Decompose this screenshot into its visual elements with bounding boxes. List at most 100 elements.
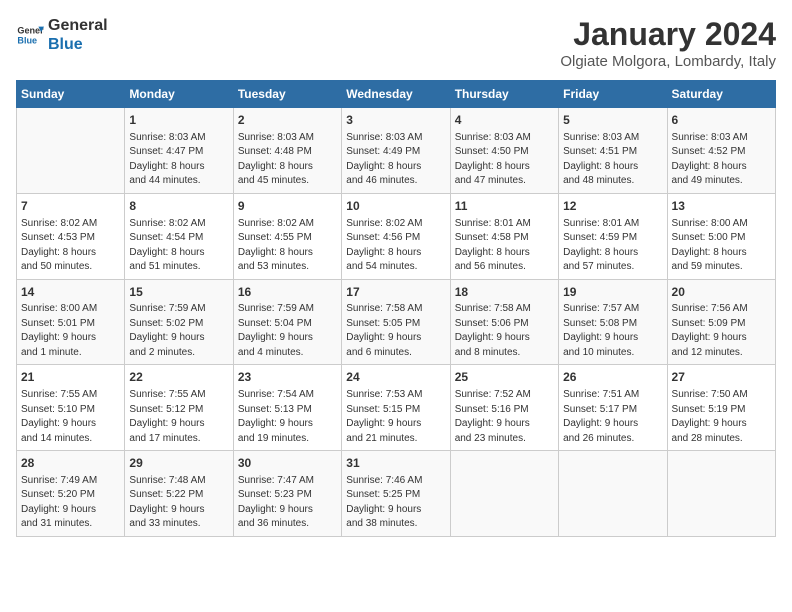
day-info: Sunrise: 7:58 AMSunset: 5:05 PMDaylight:… (346, 302, 445, 360)
day-number: 24 (346, 369, 445, 386)
calendar-header-row: SundayMondayTuesdayWednesdayThursdayFrid… (17, 81, 776, 108)
day-number: 4 (455, 112, 554, 129)
day-info: Sunrise: 7:47 AMSunset: 5:23 PMDaylight:… (238, 474, 337, 532)
day-number: 21 (21, 369, 120, 386)
calendar-cell: 15Sunrise: 7:59 AMSunset: 5:02 PMDayligh… (125, 279, 233, 365)
logo-line2: Blue (48, 35, 108, 54)
day-info: Sunrise: 8:01 AMSunset: 4:58 PMDaylight:… (455, 217, 554, 275)
calendar-cell: 26Sunrise: 7:51 AMSunset: 5:17 PMDayligh… (559, 365, 667, 451)
day-number: 12 (563, 198, 662, 215)
day-number: 3 (346, 112, 445, 129)
title-block: January 2024 Olgiate Molgora, Lombardy, … (560, 16, 776, 70)
day-info: Sunrise: 8:03 AMSunset: 4:51 PMDaylight:… (563, 131, 662, 189)
day-info: Sunrise: 7:56 AMSunset: 5:09 PMDaylight:… (672, 302, 771, 360)
header-monday: Monday (125, 81, 233, 108)
day-info: Sunrise: 8:00 AMSunset: 5:00 PMDaylight:… (672, 217, 771, 275)
calendar-cell: 24Sunrise: 7:53 AMSunset: 5:15 PMDayligh… (342, 365, 450, 451)
calendar-cell: 11 Sunrise: 8:01 AMSunset: 4:58 PMDayligh… (450, 193, 558, 279)
day-number: 1 (129, 112, 228, 129)
day-info: Sunrise: 8:02 AMSunset: 4:56 PMDaylight:… (346, 217, 445, 275)
calendar-week-row: 21 Sunrise: 7:55 AMSunset: 5:10 PMDayligh… (17, 365, 776, 451)
day-info: Sunrise: 8:03 AMSunset: 4:50 PMDaylight:… (455, 131, 554, 189)
day-info: Sunrise: 7:55 AMSunset: 5:12 PMDaylight:… (129, 388, 228, 446)
calendar-cell: 3 Sunrise: 8:03 AMSunset: 4:49 PMDaylight… (342, 108, 450, 194)
calendar-cell: 5 Sunrise: 8:03 AMSunset: 4:51 PMDaylight… (559, 108, 667, 194)
day-info: Sunrise: 8:02 AMSunset: 4:53 PMDaylight:… (21, 217, 120, 275)
svg-text:Blue: Blue (17, 36, 37, 46)
day-info: Sunrise: 8:03 AMSunset: 4:48 PMDaylight:… (238, 131, 337, 189)
day-number: 29 (129, 455, 228, 472)
day-number: 23 (238, 369, 337, 386)
page-subtitle: Olgiate Molgora, Lombardy, Italy (560, 53, 776, 70)
day-number: 19 (563, 284, 662, 301)
calendar-cell (667, 451, 775, 537)
day-number: 28 (21, 455, 120, 472)
calendar-week-row: 7Sunrise: 8:02 AMSunset: 4:53 PMDaylight… (17, 193, 776, 279)
calendar-cell: 8 Sunrise: 8:02 AMSunset: 4:54 PMDaylight… (125, 193, 233, 279)
calendar-table: SundayMondayTuesdayWednesdayThursdayFrid… (16, 80, 776, 537)
day-number: 10 (346, 198, 445, 215)
day-number: 5 (563, 112, 662, 129)
day-number: 14 (21, 284, 120, 301)
calendar-cell: 23 Sunrise: 7:54 AMSunset: 5:13 PMDayligh… (233, 365, 341, 451)
calendar-cell: 31 Sunrise: 7:46 AMSunset: 5:25 PMDayligh… (342, 451, 450, 537)
calendar-cell: 16Sunrise: 7:59 AMSunset: 5:04 PMDayligh… (233, 279, 341, 365)
logo-line1: General (48, 16, 108, 35)
day-info: Sunrise: 8:00 AMSunset: 5:01 PMDaylight:… (21, 302, 120, 360)
day-number: 16 (238, 284, 337, 301)
day-info: Sunrise: 7:55 AMSunset: 5:10 PMDaylight:… (21, 388, 120, 446)
day-number: 30 (238, 455, 337, 472)
day-number: 18 (455, 284, 554, 301)
calendar-cell: 22 Sunrise: 7:55 AMSunset: 5:12 PMDayligh… (125, 365, 233, 451)
day-info: Sunrise: 7:52 AMSunset: 5:16 PMDaylight:… (455, 388, 554, 446)
calendar-cell: 7Sunrise: 8:02 AMSunset: 4:53 PMDaylight… (17, 193, 125, 279)
day-info: Sunrise: 8:03 AMSunset: 4:52 PMDaylight:… (672, 131, 771, 189)
calendar-cell: 17Sunrise: 7:58 AMSunset: 5:05 PMDayligh… (342, 279, 450, 365)
calendar-cell: 10 Sunrise: 8:02 AMSunset: 4:56 PMDayligh… (342, 193, 450, 279)
day-number: 22 (129, 369, 228, 386)
calendar-cell: 27Sunrise: 7:50 AMSunset: 5:19 PMDayligh… (667, 365, 775, 451)
day-info: Sunrise: 8:03 AMSunset: 4:49 PMDaylight:… (346, 131, 445, 189)
calendar-cell (559, 451, 667, 537)
day-number: 17 (346, 284, 445, 301)
page-header: General Blue General Blue January 2024 O… (16, 16, 776, 70)
day-number: 27 (672, 369, 771, 386)
logo: General Blue General Blue (16, 16, 108, 54)
calendar-cell: 12 Sunrise: 8:01 AMSunset: 4:59 PMDayligh… (559, 193, 667, 279)
header-wednesday: Wednesday (342, 81, 450, 108)
day-info: Sunrise: 8:01 AMSunset: 4:59 PMDaylight:… (563, 217, 662, 275)
calendar-week-row: 1 Sunrise: 8:03 AMSunset: 4:47 PMDaylight… (17, 108, 776, 194)
day-info: Sunrise: 7:58 AMSunset: 5:06 PMDaylight:… (455, 302, 554, 360)
day-info: Sunrise: 8:03 AMSunset: 4:47 PMDaylight:… (129, 131, 228, 189)
calendar-cell: 28 Sunrise: 7:49 AMSunset: 5:20 PMDayligh… (17, 451, 125, 537)
calendar-cell: 9Sunrise: 8:02 AMSunset: 4:55 PMDaylight… (233, 193, 341, 279)
page-title: January 2024 (560, 16, 776, 53)
calendar-cell: 13Sunrise: 8:00 AMSunset: 5:00 PMDayligh… (667, 193, 775, 279)
calendar-cell: 4 Sunrise: 8:03 AMSunset: 4:50 PMDaylight… (450, 108, 558, 194)
day-number: 8 (129, 198, 228, 215)
day-number: 11 (455, 198, 554, 215)
day-info: Sunrise: 7:54 AMSunset: 5:13 PMDaylight:… (238, 388, 337, 446)
day-info: Sunrise: 7:59 AMSunset: 5:02 PMDaylight:… (129, 302, 228, 360)
day-number: 20 (672, 284, 771, 301)
day-info: Sunrise: 8:02 AMSunset: 4:54 PMDaylight:… (129, 217, 228, 275)
header-saturday: Saturday (667, 81, 775, 108)
day-info: Sunrise: 7:57 AMSunset: 5:08 PMDaylight:… (563, 302, 662, 360)
day-number: 31 (346, 455, 445, 472)
calendar-cell (17, 108, 125, 194)
calendar-cell: 6Sunrise: 8:03 AMSunset: 4:52 PMDaylight… (667, 108, 775, 194)
day-info: Sunrise: 7:46 AMSunset: 5:25 PMDaylight:… (346, 474, 445, 532)
day-info: Sunrise: 8:02 AMSunset: 4:55 PMDaylight:… (238, 217, 337, 275)
day-info: Sunrise: 7:48 AMSunset: 5:22 PMDaylight:… (129, 474, 228, 532)
calendar-cell: 1 Sunrise: 8:03 AMSunset: 4:47 PMDaylight… (125, 108, 233, 194)
calendar-cell: 18Sunrise: 7:58 AMSunset: 5:06 PMDayligh… (450, 279, 558, 365)
calendar-week-row: 28 Sunrise: 7:49 AMSunset: 5:20 PMDayligh… (17, 451, 776, 537)
day-info: Sunrise: 7:49 AMSunset: 5:20 PMDaylight:… (21, 474, 120, 532)
day-number: 25 (455, 369, 554, 386)
header-sunday: Sunday (17, 81, 125, 108)
header-friday: Friday (559, 81, 667, 108)
header-thursday: Thursday (450, 81, 558, 108)
day-info: Sunrise: 7:59 AMSunset: 5:04 PMDaylight:… (238, 302, 337, 360)
day-number: 15 (129, 284, 228, 301)
day-number: 2 (238, 112, 337, 129)
